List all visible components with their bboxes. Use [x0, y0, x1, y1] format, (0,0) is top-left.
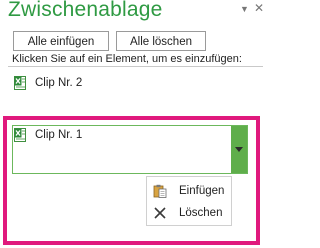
clear-all-button[interactable]: Alle löschen — [116, 31, 206, 51]
paste-all-button[interactable]: Alle einfügen — [13, 31, 109, 51]
menu-item-label: Löschen — [179, 207, 223, 219]
pane-title: Zwischenablage — [8, 0, 163, 21]
clip-item-1[interactable]: Clip Nr. 1 — [14, 128, 82, 142]
clip-label: Clip Nr. 2 — [35, 77, 83, 89]
menu-item-paste[interactable]: Einfügen — [147, 180, 231, 202]
clipboard-pane: Zwischenablage ▼ ✕ Alle einfügen Alle lö… — [0, 0, 264, 248]
clip-label: Clip Nr. 1 — [35, 129, 83, 141]
clip-context-menu: Einfügen Löschen — [146, 176, 232, 226]
paste-icon — [153, 184, 167, 198]
close-icon[interactable]: ✕ — [254, 1, 264, 15]
menu-item-label: Einfügen — [179, 185, 225, 197]
delete-icon — [153, 206, 167, 220]
excel-icon — [14, 76, 26, 90]
instruction-text: Klicken Sie auf ein Element, um es einzu… — [12, 53, 242, 65]
divider — [8, 66, 263, 67]
excel-icon — [14, 128, 26, 142]
chevron-down-icon — [235, 147, 243, 152]
pane-options-dropdown-icon[interactable]: ▼ — [240, 4, 249, 14]
clip-options-dropdown-button[interactable] — [231, 126, 247, 173]
menu-item-delete[interactable]: Löschen — [147, 202, 231, 224]
clip-item-2[interactable]: Clip Nr. 2 — [14, 76, 82, 90]
